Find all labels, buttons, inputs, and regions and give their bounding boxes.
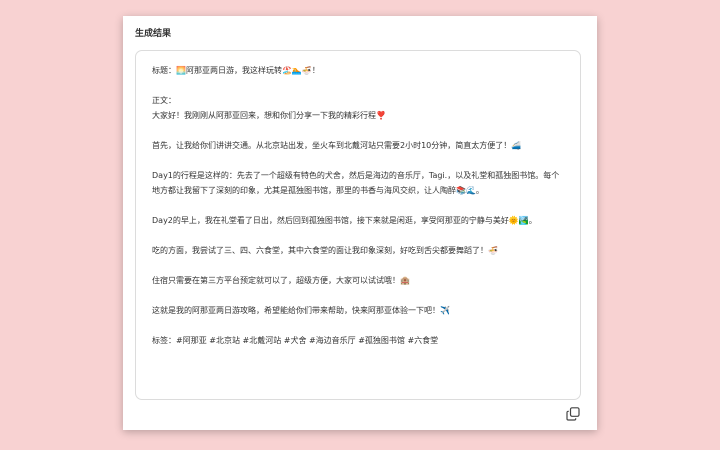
result-line: 标签：#阿那亚 #北京站 #北戴河站 #犬舍 #海边音乐厅 #孤独图书馆 #六食… <box>152 336 439 345</box>
result-line: 标题：🌅阿那亚两日游，我这样玩转🏖️🏊🍜！ <box>152 66 320 75</box>
result-line: 大家好！我刚刚从阿那亚回来，想和你们分享一下我的精彩行程❣️ <box>152 111 386 120</box>
result-line: Day2的早上，我在礼堂看了日出，然后回到孤独图书馆，接下来就是闲逛，享受阿那亚… <box>152 216 537 225</box>
result-line: 首先，让我给你们讲讲交通。从北京站出发，坐火车到北戴河站只需要2小时10分钟，简… <box>152 141 522 150</box>
result-line: 正文： <box>152 96 176 105</box>
result-card: 生成结果 标题：🌅阿那亚两日游，我这样玩转🏖️🏊🍜！ 正文： 大家好！我刚刚从阿… <box>123 16 597 430</box>
card-title: 生成结果 <box>135 29 172 39</box>
result-line: 吃的方面，我尝试了三、四、六食堂，其中六食堂的面让我印象深刻，好吃到舌尖都要舞蹈… <box>152 246 498 255</box>
result-line: Day1的行程是这样的：先去了一个超级有特色的犬舍，然后是海边的音乐厅，Tagi… <box>152 171 560 195</box>
copy-button[interactable] <box>566 406 582 422</box>
copy-icon <box>566 407 580 421</box>
result-line: 住宿只需要在第三方平台预定就可以了，超级方便，大家可以试试哦！🏨 <box>152 276 410 285</box>
result-text-box: 标题：🌅阿那亚两日游，我这样玩转🏖️🏊🍜！ 正文： 大家好！我刚刚从阿那亚回来，… <box>135 50 581 400</box>
result-line: 这就是我的阿那亚两日游攻略，希望能给你们带来帮助，快来阿那亚体验一下吧！✈️ <box>152 306 450 315</box>
